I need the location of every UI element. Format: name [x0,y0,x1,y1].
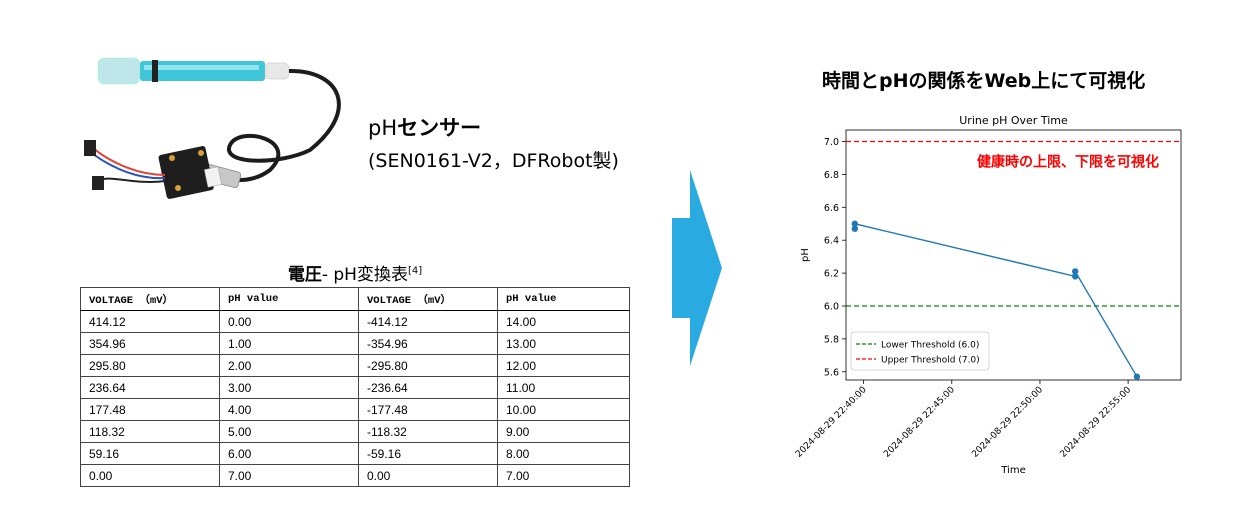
table-header-row: VOLTAGE （mV） pH value VOLTAGE （mV） pH va… [80,287,630,311]
sensor-caption: pHセンサー (SEN0161-V2，DFRobot製) [368,112,619,173]
table-row: 295.80 2.00 -295.80 12.00 [80,354,630,377]
x-tick-label: 2024-08-29 22:50:00 [970,385,1045,460]
table-header-cell: VOLTAGE （mV） [80,287,220,311]
table-cell: 6.00 [219,442,359,465]
x-tick-label: 2024-08-29 22:55:00 [1059,385,1134,460]
table-cell: 13.00 [497,332,630,355]
y-tick-label: 6.6 [824,203,839,214]
table-title-bold: 電圧 [287,265,322,285]
table-row: 354.96 1.00 -354.96 13.00 [80,332,630,355]
table-cell: 10.00 [497,398,630,421]
ph-time-chart: Urine pH Over Time 5.6 5.8 6.0 6.2 6.4 6.6 6.8 7… [794,114,1182,476]
y-tick-label: 5.6 [824,367,839,378]
table-cell: 0.00 [80,464,220,487]
table-row: 118.32 5.00 -118.32 9.00 [80,420,630,443]
table-row: 59.16 6.00 -59.16 8.00 [80,442,630,465]
table-cell: -118.32 [358,420,498,443]
table-cell: -414.12 [358,310,498,333]
sensor-title-latin: pH [368,116,398,140]
table-row: 0.00 7.00 0.00 7.00 [80,464,630,487]
table-cell: 11.00 [497,376,630,399]
sensor-title: pHセンサー [368,112,619,142]
x-axis-label: Time [1000,465,1025,476]
sensor-title-jp: センサー [397,116,482,140]
table-cell: 14.00 [497,310,630,333]
table-cell: -59.16 [358,442,498,465]
table-cell: 0.00 [358,464,498,487]
x-tick-label: 2024-08-29 22:40:00 [794,385,869,460]
x-tick-label: 2024-08-29 22:45:00 [882,385,957,460]
table-cell: 0.00 [219,310,359,333]
table-cell: 414.12 [80,310,220,333]
table-cell: 177.48 [80,398,220,421]
threshold-annotation: 健康時の上限、下限を可視化 [977,153,1159,170]
table-cell: 9.00 [497,420,630,443]
data-point [1072,268,1079,275]
table-cell: 354.96 [80,332,220,355]
table-cell: 5.00 [219,420,359,443]
y-tick-label: 6.4 [824,236,839,247]
data-point [1133,373,1141,380]
y-tick-label: 6.0 [824,301,839,312]
table-cell: 236.64 [80,376,220,399]
table-cell: 2.00 [219,354,359,377]
data-point [851,220,859,227]
table-cell: 59.16 [80,442,220,465]
legend-label: Upper Threshold (7.0) [881,356,980,366]
table-row: 177.48 4.00 -177.48 10.00 [80,398,630,421]
table-title-rest: - pH変換表 [321,265,408,285]
table-header-cell: pH value [219,287,359,311]
table-header-cell: VOLTAGE （mV） [358,287,498,311]
table-cell: 4.00 [219,398,359,421]
legend-label: Lower Threshold (6.0) [881,341,979,351]
table-row: 414.12 0.00 -414.12 14.00 [80,310,630,333]
table-cell: 7.00 [219,464,359,487]
table-title-ref: [4] [407,265,423,277]
table-cell: 1.00 [219,332,359,355]
table-cell: 118.32 [80,420,220,443]
table-header-cell: pH value [497,287,630,311]
ph-sensor-image [84,57,341,199]
y-axis-label: pH [800,248,811,262]
table-cell: 8.00 [497,442,630,465]
y-tick-label: 7.0 [824,137,839,148]
table-cell: -295.80 [358,354,498,377]
table-cell: 7.00 [497,464,630,487]
table-cell: 3.00 [219,376,359,399]
chart-title: Urine pH Over Time [959,114,1068,127]
sensor-model: (SEN0161-V2，DFRobot製) [368,150,619,172]
table-cell: 12.00 [497,354,630,377]
table-cell: 295.80 [80,354,220,377]
y-tick-label: 6.8 [824,170,839,181]
table-cell: -177.48 [358,398,498,421]
visualization-title: 時間とpHの関係をWeb上にて可視化 [822,70,1146,92]
voltage-ph-table: VOLTAGE （mV） pH value VOLTAGE （mV） pH va… [80,287,630,487]
table-title: 電圧- pH変換表[4] [80,260,630,285]
table-cell: -354.96 [358,332,498,355]
arrow-right-icon [672,170,722,366]
y-tick-label: 5.8 [824,334,839,345]
table-cell: -236.64 [358,376,498,399]
y-tick-label: 6.2 [824,269,839,280]
table-row: 236.64 3.00 -236.64 11.00 [80,376,630,399]
